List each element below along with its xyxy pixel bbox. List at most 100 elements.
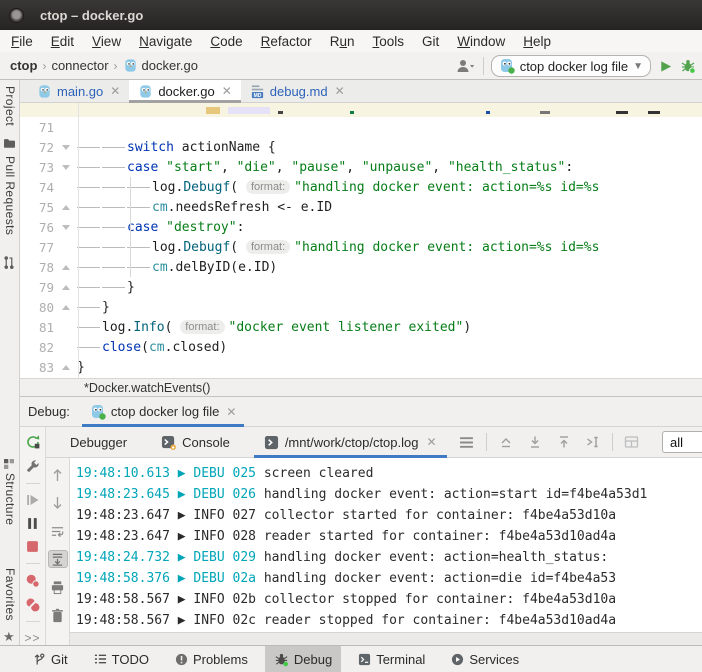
move-down-icon[interactable] <box>525 433 545 451</box>
resume-icon[interactable] <box>23 493 43 507</box>
close-icon[interactable]: ✕ <box>222 84 232 98</box>
log-line: 19:48:23.645 ▶ DEBU 026 handling docker … <box>76 484 702 505</box>
code-line-81: 81log.Info( format:"docker event listene… <box>20 317 702 337</box>
token-pl: log. <box>102 320 133 335</box>
soft-wrap-icon[interactable] <box>48 522 68 540</box>
menu-window[interactable]: Window <box>448 34 514 49</box>
move-up-icon[interactable] <box>554 433 574 451</box>
debugger-tab--mnt-work-ctop-ctop-log[interactable]: /mnt/work/ctop/ctop.log✕ <box>254 427 447 458</box>
more-chevrons-icon[interactable]: >> <box>23 631 43 645</box>
scroll-to-cursor-icon[interactable] <box>583 433 603 451</box>
menu-file[interactable]: File <box>2 34 42 49</box>
log-message: reader started for container: f4be4a53d1… <box>264 529 616 544</box>
stripe-button-project[interactable]: Project <box>3 86 17 126</box>
ide-window: ctop – docker.go FileEditViewNavigateCod… <box>0 0 702 672</box>
token-pl: .closed) <box>165 340 228 355</box>
run-icon[interactable] <box>658 59 673 74</box>
menu-icon[interactable] <box>457 433 477 451</box>
view-breakpoints-icon[interactable] <box>23 573 43 588</box>
menu-view[interactable]: View <box>83 34 130 49</box>
close-icon[interactable]: ✕ <box>110 84 120 98</box>
menu-navigate[interactable]: Navigate <box>130 34 201 49</box>
breadcrumb-item[interactable]: docker.go <box>142 58 198 73</box>
stripe-button-favorites[interactable]: Favorites <box>3 568 17 621</box>
toolwindow-button-git[interactable]: Git <box>24 646 77 672</box>
rerun-icon[interactable] <box>23 434 43 450</box>
menu-code[interactable]: Code <box>201 34 251 49</box>
log-scrollbar-track[interactable] <box>70 632 702 645</box>
fold-marker-icon[interactable] <box>54 365 77 370</box>
tab-whitespace-mark <box>102 247 125 248</box>
menu-tools[interactable]: Tools <box>363 34 413 49</box>
log-level-filter-select[interactable]: all <box>662 431 702 453</box>
toolwindow-button-services[interactable]: Services <box>442 646 528 672</box>
stripe-button-pull-requests[interactable]: Pull Requests <box>3 156 17 235</box>
log-prefix: 19:48:58.376 ▶ DEBU 02a <box>76 571 264 586</box>
editor-tab-debug.md[interactable]: MDdebug.md✕ <box>241 80 354 102</box>
layout-grid-icon[interactable] <box>622 433 642 451</box>
go-run-icon <box>90 404 106 420</box>
fold-marker-icon[interactable] <box>54 165 77 170</box>
close-icon[interactable]: ✕ <box>335 84 345 98</box>
up-arrow-icon[interactable] <box>48 466 68 484</box>
stripe-button-structure[interactable]: Structure <box>3 473 17 525</box>
debugger-tab-console[interactable]: Console <box>151 427 240 458</box>
close-icon[interactable]: ✕ <box>426 435 436 449</box>
expand-icon[interactable] <box>496 433 516 451</box>
debug-icon[interactable] <box>680 58 696 74</box>
down-arrow-icon[interactable] <box>48 494 68 512</box>
token-pl: .needsRefresh <- e.ID <box>168 200 332 215</box>
token-str: "destroy" <box>166 220 236 235</box>
print-icon[interactable] <box>48 578 68 596</box>
toolwindow-button-label: Terminal <box>376 652 425 667</box>
menu-git[interactable]: Git <box>413 34 448 49</box>
clear-all-icon[interactable] <box>48 606 68 624</box>
token-str: "die" <box>237 160 276 175</box>
menu-help[interactable]: Help <box>514 34 560 49</box>
pull-request-icon[interactable] <box>3 256 15 269</box>
editor-tab-docker.go[interactable]: docker.go✕ <box>129 80 240 102</box>
token-str: "pause" <box>291 160 346 175</box>
breadcrumb-item[interactable]: connector <box>51 58 108 73</box>
fold-marker-icon[interactable] <box>54 305 77 310</box>
wrench-icon[interactable] <box>23 459 43 474</box>
menu-edit[interactable]: Edit <box>42 34 83 49</box>
pause-icon[interactable] <box>23 516 43 530</box>
window-control-button[interactable] <box>9 8 24 23</box>
log-line: 19:48:23.647 ▶ INFO 027 collector starte… <box>76 505 702 526</box>
user-icon[interactable] <box>456 58 476 74</box>
toolwindow-button-label: TODO <box>112 652 149 667</box>
folder-icon[interactable] <box>3 138 16 149</box>
editor-breadcrumb-bar[interactable]: *Docker.watchEvents() <box>20 378 702 397</box>
toolwindow-button-debug[interactable]: Debug <box>265 646 341 672</box>
mute-breakpoints-icon[interactable] <box>23 597 43 612</box>
fold-marker-icon[interactable] <box>54 205 77 210</box>
toolwindow-button-terminal[interactable]: Terminal <box>349 646 434 672</box>
fold-marker-icon[interactable] <box>54 285 77 290</box>
method-breadcrumb[interactable]: *Docker.watchEvents() <box>84 381 210 395</box>
structure-icon[interactable] <box>3 458 15 470</box>
toolwindow-button-todo[interactable]: TODO <box>85 646 158 672</box>
menu-refactor[interactable]: Refactor <box>252 34 321 49</box>
fold-marker-icon[interactable] <box>54 145 77 150</box>
debugger-tab-debugger[interactable]: Debugger <box>60 427 137 458</box>
token-fld: cm <box>149 340 165 355</box>
editor-tab-main.go[interactable]: main.go✕ <box>28 80 129 102</box>
code-editor[interactable]: 7172switch actionName {73case "start", "… <box>20 103 702 378</box>
fold-marker-icon[interactable] <box>54 265 77 270</box>
menu-run[interactable]: Run <box>321 34 364 49</box>
fold-marker-icon[interactable] <box>54 225 77 230</box>
token-fn: Debugf <box>183 180 230 195</box>
stop-icon[interactable] <box>23 540 43 554</box>
toolwindow-button-problems[interactable]: Problems <box>166 646 257 672</box>
tab-whitespace-mark <box>77 147 100 148</box>
scroll-to-end-icon[interactable] <box>48 550 68 568</box>
debug-session-tab[interactable]: ctop docker log file ✕ <box>82 397 244 427</box>
breadcrumb-item[interactable]: ctop <box>10 58 37 73</box>
run-configuration-select[interactable]: ctop docker log file ▼ <box>491 55 651 77</box>
star-icon[interactable]: ★ <box>3 629 15 645</box>
close-icon[interactable]: ✕ <box>226 405 236 419</box>
log-console[interactable]: 19:48:10.613 ▶ DEBU 025 screen cleared19… <box>70 458 702 632</box>
toolwindow-button-label: Debug <box>294 652 332 667</box>
services-icon <box>451 653 464 666</box>
